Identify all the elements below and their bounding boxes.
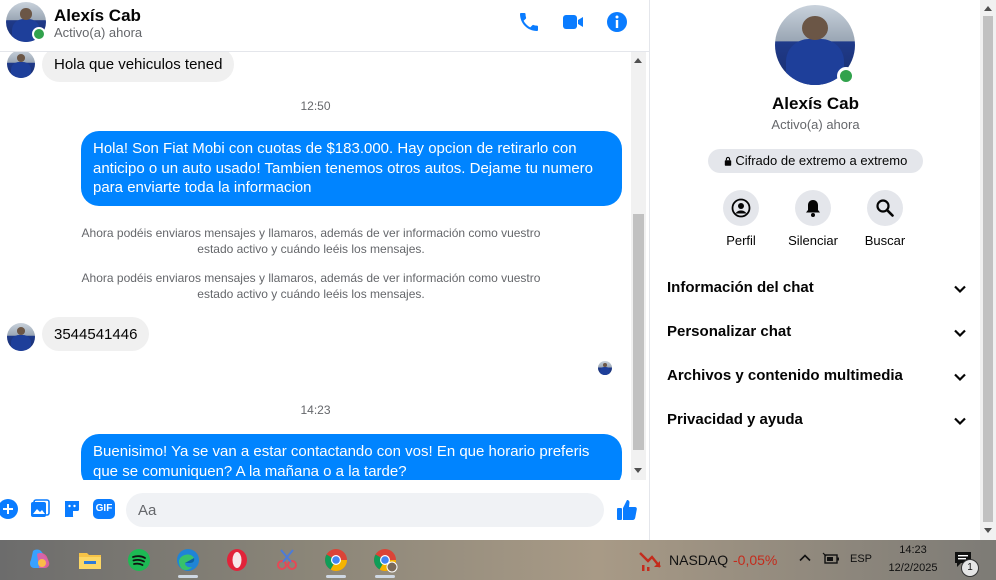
section-label: Personalizar chat — [667, 323, 792, 340]
snipping-tool-icon[interactable] — [271, 544, 303, 576]
message-incoming[interactable]: 3544541446 — [42, 317, 150, 351]
action-profile[interactable]: Perfil — [705, 190, 777, 248]
action-label: Perfil — [726, 233, 756, 248]
section-label: Información del chat — [667, 279, 814, 296]
image-gallery-icon[interactable] — [30, 499, 50, 519]
lock-icon — [724, 156, 731, 166]
section-media-files[interactable]: Archivos y contenido multimedia — [667, 358, 967, 394]
profile-icon[interactable] — [723, 190, 759, 226]
action-mute[interactable]: Silenciar — [777, 190, 849, 248]
chevron-up-icon[interactable] — [798, 551, 812, 565]
copilot-icon[interactable] — [24, 544, 56, 576]
section-customize-chat[interactable]: Personalizar chat — [667, 314, 967, 350]
info-icon[interactable] — [605, 10, 629, 34]
scroll-up-arrow[interactable] — [984, 6, 992, 11]
message-input[interactable] — [126, 493, 604, 527]
chevron-down-icon — [954, 417, 966, 426]
system-notice: Ahora podéis enviaros mensajes y llamaro… — [81, 271, 541, 301]
chat-panel: Alexís Cab Activo(a) ahora Hola que vehi… — [0, 0, 649, 540]
contact-avatar-small — [7, 323, 35, 351]
file-explorer-icon[interactable] — [74, 544, 106, 576]
scroll-up-arrow[interactable] — [634, 58, 642, 63]
stock-change: -0,05% — [733, 552, 778, 568]
sticker-icon[interactable] — [62, 499, 82, 519]
scroll-down-arrow[interactable] — [634, 468, 642, 473]
clock-time[interactable]: 14:23 — [890, 544, 936, 556]
encryption-label: Cifrado de extremo a extremo — [735, 153, 908, 168]
chevron-down-icon — [954, 329, 966, 338]
keyboard-language[interactable]: ESP — [850, 553, 872, 565]
notification-count-badge: 1 — [961, 559, 979, 577]
message-incoming[interactable]: Hola que vehiculos tened — [42, 52, 235, 82]
clock-date[interactable]: 12/2/2025 — [885, 562, 941, 574]
section-label: Privacidad y ayuda — [667, 411, 803, 428]
gif-icon[interactable]: GIF — [93, 499, 115, 519]
app-root: Alexís Cab Activo(a) ahora Hola que vehi… — [0, 0, 996, 580]
contact-status: Activo(a) ahora — [54, 25, 143, 40]
online-indicator — [32, 27, 46, 41]
side-contact-name: Alexís Cab — [772, 94, 859, 113]
plus-icon[interactable] — [0, 499, 18, 519]
system-notice: Ahora podéis enviaros mensajes y llamaro… — [81, 226, 541, 256]
stock-name[interactable]: NASDAQ — [669, 552, 728, 568]
chat-header: Alexís Cab Activo(a) ahora — [0, 0, 649, 52]
action-label: Silenciar — [788, 233, 838, 248]
encryption-badge[interactable]: Cifrado de extremo a extremo — [708, 149, 923, 173]
contact-avatar-small — [7, 52, 35, 78]
windows-taskbar — [0, 540, 996, 580]
search-icon[interactable] — [867, 190, 903, 226]
video-camera-icon[interactable] — [561, 10, 585, 34]
section-privacy-help[interactable]: Privacidad y ayuda — [667, 402, 967, 438]
message-list: Hola que vehiculos tened 12:50 Hola! Son… — [0, 52, 631, 480]
section-label: Archivos y contenido multimedia — [667, 367, 903, 384]
chat-details-panel: Alexís Cab Activo(a) ahora Cifrado de ex… — [649, 0, 980, 540]
stock-down-icon — [638, 549, 662, 571]
message-outgoing[interactable]: Buenisimo! Ya se van a estar contactando… — [81, 434, 622, 480]
scrollbar-thumb[interactable] — [633, 214, 644, 450]
message-outgoing[interactable]: Hola! Son Fiat Mobi con cuotas de $183.0… — [81, 131, 622, 206]
chevron-down-icon — [954, 373, 966, 382]
thumbs-up-icon[interactable] — [615, 498, 639, 522]
online-indicator — [837, 67, 855, 85]
action-search[interactable]: Buscar — [849, 190, 921, 248]
timestamp: 12:50 — [300, 99, 331, 113]
edge-browser-icon[interactable] — [172, 544, 204, 578]
spotify-icon[interactable] — [123, 544, 155, 576]
contact-name[interactable]: Alexís Cab — [54, 6, 141, 26]
scrollbar-thumb[interactable] — [983, 16, 993, 522]
chrome-profile-icon[interactable] — [369, 544, 401, 578]
chrome-icon[interactable] — [320, 544, 352, 578]
bell-icon[interactable] — [795, 190, 831, 226]
chat-scrollbar[interactable] — [631, 52, 646, 480]
action-label: Buscar — [864, 233, 906, 248]
page-scrollbar[interactable] — [980, 0, 996, 540]
section-chat-info[interactable]: Información del chat — [667, 270, 967, 306]
opera-icon[interactable] — [221, 544, 253, 576]
phone-icon[interactable] — [517, 10, 541, 34]
read-receipt-avatar — [598, 361, 612, 375]
chevron-down-icon — [954, 285, 966, 294]
gif-label: GIF — [93, 499, 115, 519]
side-contact-status: Activo(a) ahora — [771, 117, 860, 132]
timestamp: 14:23 — [300, 403, 331, 417]
scroll-down-arrow[interactable] — [984, 528, 992, 533]
battery-power-icon[interactable] — [822, 551, 840, 567]
